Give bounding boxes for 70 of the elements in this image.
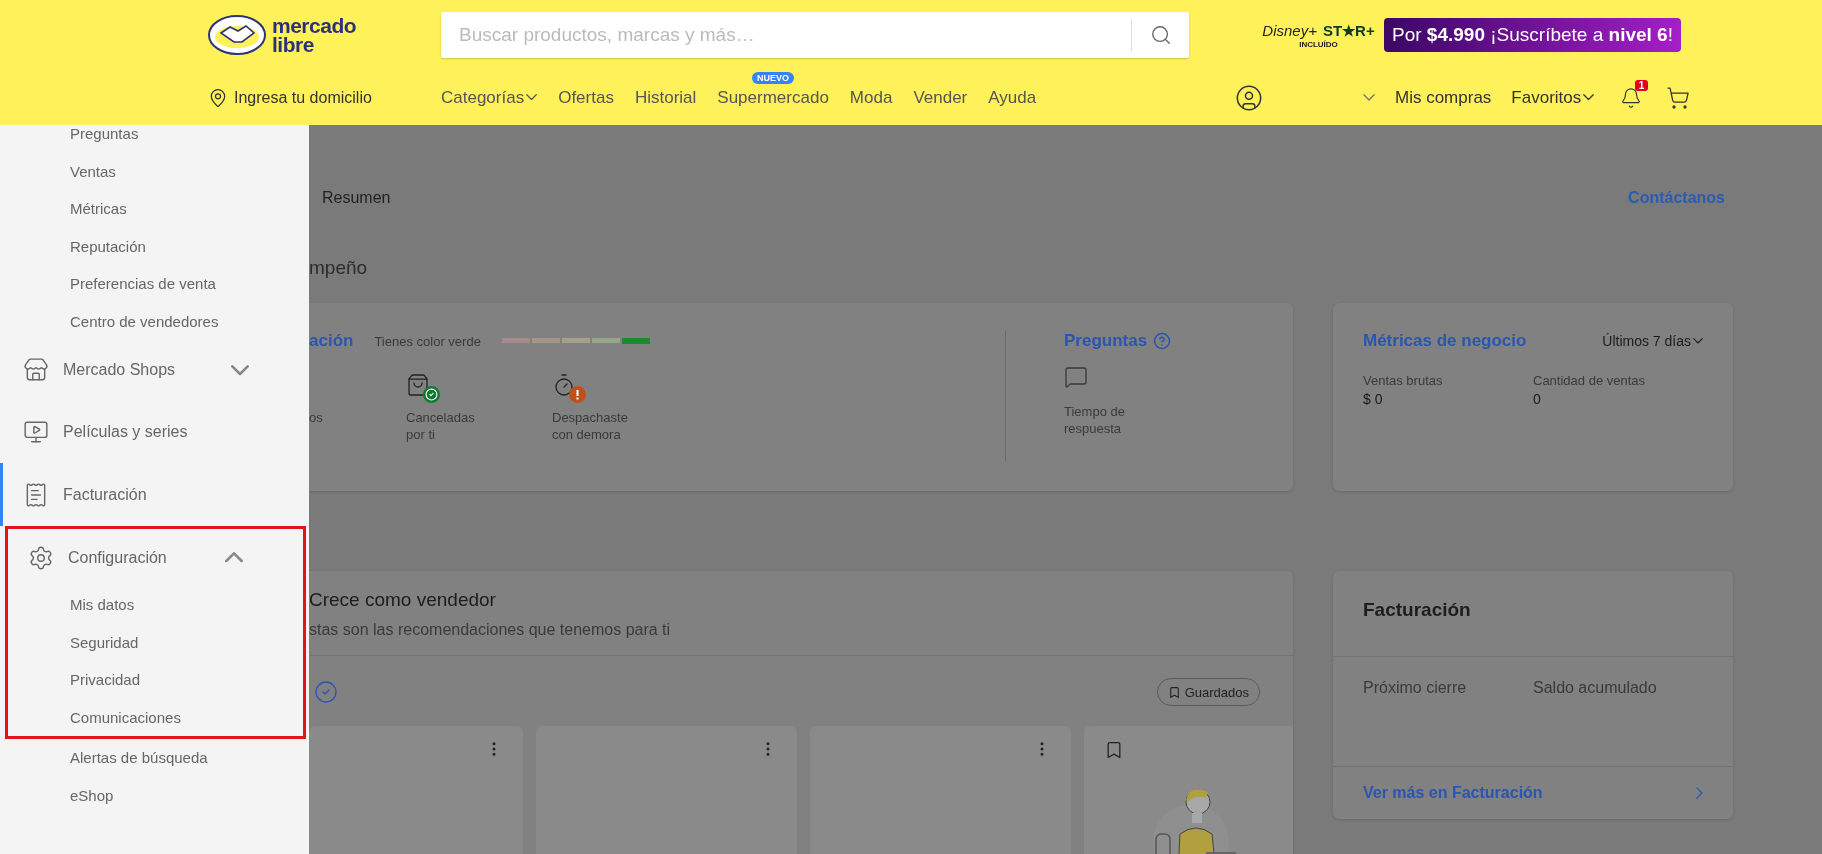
sidebar-link[interactable]: Reputación bbox=[0, 227, 309, 265]
timer-warning-icon bbox=[552, 373, 586, 403]
sidebar-link[interactable]: Preguntas bbox=[0, 125, 309, 153]
nav-link[interactable]: Vender bbox=[913, 87, 968, 108]
logo[interactable]: mercado libre bbox=[208, 0, 441, 70]
period-dropdown[interactable]: Últimos 7 días bbox=[1602, 333, 1703, 349]
bag-check-icon bbox=[406, 373, 440, 403]
sidebar-link[interactable]: Comunicaciones bbox=[8, 698, 303, 736]
notification-count: 1 bbox=[1634, 79, 1649, 91]
location-link[interactable]: Ingresa tu domicilio bbox=[208, 87, 441, 108]
summary-tab[interactable]: Resumen bbox=[322, 188, 391, 207]
chevron-up-icon bbox=[225, 552, 243, 563]
header-link[interactable]: Favoritos bbox=[1511, 87, 1595, 108]
store-icon bbox=[23, 357, 49, 383]
location-pin-icon bbox=[208, 87, 228, 108]
card-title: Facturación bbox=[1362, 598, 1472, 622]
sidebar-link[interactable]: Centro de vendedores bbox=[0, 302, 309, 340]
search-bar[interactable]: Buscar productos, marcas y más… bbox=[441, 12, 1189, 58]
nav-link[interactable]: Categorías bbox=[441, 87, 538, 108]
sidebar-link[interactable]: Seguridad bbox=[8, 623, 303, 661]
billing-label: Saldo acumulado bbox=[1533, 678, 1658, 698]
check-circle-icon[interactable] bbox=[314, 680, 338, 704]
chevron-right-icon bbox=[1696, 787, 1703, 800]
chevron-down-icon bbox=[1693, 338, 1703, 344]
account-menu[interactable] bbox=[1235, 83, 1375, 112]
sidebar-link[interactable]: Métricas bbox=[0, 190, 309, 228]
promo-banner[interactable]: Por $4.990 ¡Suscríbete a nivel 6! bbox=[1384, 18, 1681, 52]
metric-value: $ 0 bbox=[1363, 391, 1384, 407]
section-title: mpeño bbox=[309, 257, 369, 279]
sidebar-section[interactable]: Películas y series bbox=[0, 400, 309, 463]
user-icon bbox=[1235, 83, 1263, 112]
streaming-logo: Disney+ ST★R+ INCLUÍDO bbox=[1261, 21, 1376, 49]
sidebar-link[interactable]: Ventas bbox=[0, 152, 309, 190]
stat-label: Tiempo de respuesta bbox=[1064, 403, 1126, 437]
sidebar-link[interactable]: Alertas de búsqueda bbox=[0, 739, 309, 777]
nav-link[interactable]: Supermercado bbox=[717, 87, 829, 108]
metric-label: Ventas brutas bbox=[1363, 373, 1444, 388]
sidebar-link[interactable]: Preferencias de venta bbox=[0, 265, 309, 303]
sidebar-link[interactable]: eShop bbox=[0, 776, 309, 814]
search-icon bbox=[1149, 24, 1172, 46]
bookmark-icon bbox=[1167, 685, 1181, 699]
card-subtitle: stas son las recomendaciones que tenemos para ti bbox=[309, 621, 672, 639]
chevron-down-icon bbox=[1363, 94, 1375, 101]
nav-link[interactable]: Ofertas bbox=[558, 87, 614, 108]
billing-label: Próximo cierre bbox=[1363, 678, 1468, 698]
chevron-down-icon bbox=[231, 364, 249, 376]
chevron-down-icon bbox=[526, 94, 538, 101]
sidebar-link[interactable]: Privacidad bbox=[8, 661, 303, 699]
reputation-note: Tienes color verde bbox=[374, 333, 481, 349]
cart-icon[interactable] bbox=[1666, 85, 1691, 110]
sidebar-section[interactable]: Mercado Shops bbox=[0, 340, 309, 400]
sidebar-section[interactable]: Configuración bbox=[5, 529, 303, 586]
header-link[interactable]: Mis compras bbox=[1395, 87, 1492, 108]
nav-link[interactable]: Moda bbox=[849, 87, 893, 108]
metric-label: Cantidad de ventas bbox=[1533, 373, 1647, 388]
chevron-down-icon bbox=[1583, 94, 1595, 101]
chat-icon bbox=[1064, 365, 1088, 389]
settings-icon bbox=[28, 544, 54, 571]
stat-label: Despachaste con demora bbox=[552, 409, 629, 443]
sidebar-link[interactable]: Mis datos bbox=[8, 586, 303, 624]
stat-label: Canceladas por ti bbox=[406, 409, 476, 443]
logo-text: mercado libre bbox=[272, 16, 357, 54]
nav-link[interactable]: Ayuda bbox=[988, 87, 1037, 108]
stat-label: os bbox=[309, 409, 324, 426]
handshake-logo-icon bbox=[208, 15, 266, 55]
nav-link[interactable]: Historial bbox=[634, 87, 697, 108]
metric-value: 0 bbox=[1533, 391, 1542, 407]
search-field[interactable]: Buscar productos, marcas y más… bbox=[441, 24, 1131, 46]
card-title: Crece como vendedor bbox=[309, 589, 497, 611]
new-badge: NUEVO bbox=[752, 71, 795, 84]
